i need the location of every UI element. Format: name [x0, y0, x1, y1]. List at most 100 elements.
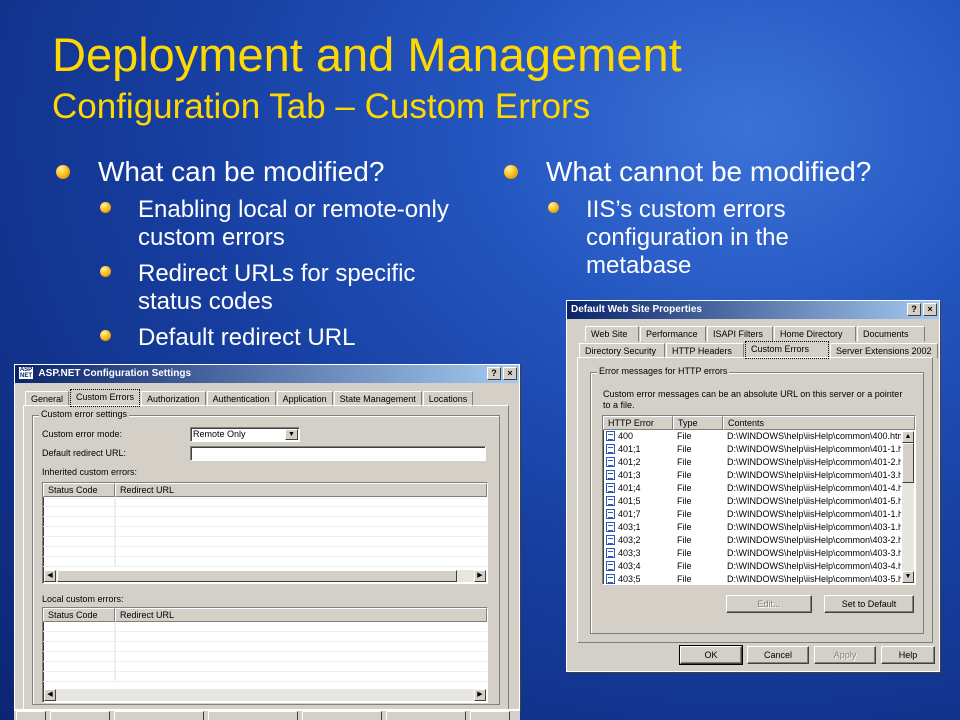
- http-error-contents: D:\WINDOWS\help\iisHelp\common\403-4.h: [727, 561, 901, 571]
- custom-error-settings-group: Custom error settings Custom error mode:…: [32, 409, 500, 705]
- http-errors-list[interactable]: HTTP Error Type Contents 400 File D:\WINDO…: [602, 415, 916, 585]
- http-error-code: 400: [618, 431, 634, 441]
- scroll-right-icon[interactable]: ▶: [474, 570, 486, 582]
- http-error-code: 403;2: [618, 535, 641, 545]
- ok-button[interactable]: OK: [679, 645, 743, 665]
- chevron-down-icon[interactable]: ▼: [285, 429, 298, 440]
- left-item: Redirect URLs for specific status codes: [96, 260, 456, 316]
- horizontal-scrollbar[interactable]: ◀ ▶: [44, 570, 486, 582]
- right-item: IIS’s custom errors configuration in the…: [544, 196, 814, 280]
- vertical-scrollbar[interactable]: ▲ ▼: [902, 431, 914, 583]
- http-error-contents: D:\WINDOWS\help\iisHelp\common\401-1.h: [727, 509, 901, 519]
- aspnet-config-dialog: ASP NET ASP.NET Configuration Settings ? …: [14, 364, 520, 710]
- http-error-code: 401;2: [618, 457, 641, 467]
- table-row[interactable]: 403;3 File D:\WINDOWS\help\iisHelp\common\…: [603, 547, 901, 560]
- http-error-contents: D:\WINDOWS\help\iisHelp\common\403-5.h: [727, 574, 901, 584]
- http-error-type: File: [677, 496, 692, 506]
- table-row[interactable]: 401;1 File D:\WINDOWS\help\iisHelp\common\…: [603, 443, 901, 456]
- taskbar-button[interactable]: [16, 711, 46, 720]
- http-error-type: File: [677, 561, 692, 571]
- file-icon: [606, 535, 615, 545]
- help-icon[interactable]: ?: [907, 303, 921, 316]
- set-to-default-button[interactable]: Set to Default: [824, 595, 914, 613]
- table-row[interactable]: 401;2 File D:\WINDOWS\help\iisHelp\common\…: [603, 456, 901, 469]
- taskbar-button[interactable]: [302, 711, 382, 720]
- help-button[interactable]: Help: [881, 646, 935, 664]
- http-error-contents: D:\WINDOWS\help\iisHelp\common\403-2.h: [727, 535, 901, 545]
- iis-description: Custom error messages can be an absolute…: [603, 389, 903, 410]
- table-row[interactable]: 401;3 File D:\WINDOWS\help\iisHelp\common\…: [603, 469, 901, 482]
- slide-subtitle: Configuration Tab – Custom Errors: [52, 87, 591, 126]
- taskbar-button[interactable]: [470, 711, 510, 720]
- http-error-code: 403;5: [618, 574, 641, 584]
- scroll-down-icon[interactable]: ▼: [902, 571, 914, 583]
- taskbar-button[interactable]: [50, 711, 110, 720]
- http-error-code: 401;5: [618, 496, 641, 506]
- column-redirect-url[interactable]: Redirect URL: [115, 608, 487, 622]
- http-error-code: 401;1: [618, 444, 641, 454]
- http-error-code: 401;7: [618, 509, 641, 519]
- file-icon: [606, 522, 615, 532]
- table-row[interactable]: 401;5 File D:\WINDOWS\help\iisHelp\common\…: [603, 495, 901, 508]
- column-contents[interactable]: Contents: [723, 416, 915, 430]
- file-icon: [606, 509, 615, 519]
- custom-error-mode-select[interactable]: Remote Only ▼: [190, 427, 300, 442]
- bullet-icon: [100, 266, 111, 277]
- inherited-errors-list[interactable]: Status Code Redirect URL ◀ ▶: [42, 482, 488, 584]
- cancel-button[interactable]: Cancel: [747, 646, 809, 664]
- tab-web-site[interactable]: Web Site: [585, 326, 639, 342]
- column-type[interactable]: Type: [673, 416, 723, 430]
- table-row[interactable]: 403;4 File D:\WINDOWS\help\iisHelp\common\…: [603, 560, 901, 573]
- taskbar-button[interactable]: [386, 711, 466, 720]
- close-icon[interactable]: ×: [503, 367, 517, 380]
- http-error-contents: D:\WINDOWS\help\iisHelp\common\401-1.h: [727, 444, 901, 454]
- inherited-custom-errors-label: Inherited custom errors:: [42, 467, 138, 477]
- http-error-code: 401;4: [618, 483, 641, 493]
- tab-isapi-filters[interactable]: ISAPI Filters: [707, 326, 773, 342]
- scroll-left-icon[interactable]: ◀: [44, 570, 56, 582]
- scroll-up-icon[interactable]: ▲: [902, 431, 914, 443]
- iis-custom-errors-panel: Error messages for HTTP errors Custom er…: [577, 357, 933, 643]
- table-row[interactable]: 403;2 File D:\WINDOWS\help\iisHelp\common\…: [603, 534, 901, 547]
- column-http-error[interactable]: HTTP Error: [603, 416, 673, 430]
- help-icon[interactable]: ?: [487, 367, 501, 380]
- tab-documents[interactable]: Documents: [857, 326, 925, 342]
- http-error-type: File: [677, 535, 692, 545]
- table-row[interactable]: 403;5 File D:\WINDOWS\help\iisHelp\common\…: [603, 573, 901, 584]
- table-row[interactable]: 403;1 File D:\WINDOWS\help\iisHelp\common\…: [603, 521, 901, 534]
- column-status-code[interactable]: Status Code: [43, 483, 115, 497]
- default-redirect-url-input[interactable]: [190, 446, 486, 461]
- edit-button[interactable]: Edit...: [726, 595, 812, 613]
- table-row[interactable]: 400 File D:\WINDOWS\help\iisHelp\common\40…: [603, 430, 901, 443]
- right-column: What cannot be modified? IIS’s custom er…: [502, 156, 942, 280]
- custom-errors-panel: Custom error settings Custom error mode:…: [23, 405, 509, 709]
- tab-performance[interactable]: Performance: [640, 326, 706, 342]
- file-icon: [606, 574, 615, 584]
- http-error-type: File: [677, 470, 692, 480]
- scroll-right-icon[interactable]: ▶: [474, 689, 486, 701]
- horizontal-scrollbar[interactable]: ◀ ▶: [44, 689, 486, 701]
- http-error-type: File: [677, 431, 692, 441]
- http-error-type: File: [677, 457, 692, 467]
- local-errors-list[interactable]: Status Code Redirect URL ◀ ▶: [42, 607, 488, 703]
- iis-properties-dialog: Default Web Site Properties ? × Web Site…: [566, 300, 940, 672]
- tab-home-directory[interactable]: Home Directory: [774, 326, 856, 342]
- table-row[interactable]: 401;7 File D:\WINDOWS\help\iisHelp\common\…: [603, 508, 901, 521]
- bullet-icon: [100, 202, 111, 213]
- taskbar-button[interactable]: [114, 711, 204, 720]
- file-icon: [606, 496, 615, 506]
- aspnet-logo-icon: ASP NET: [19, 367, 33, 380]
- custom-error-mode-label: Custom error mode:: [42, 429, 123, 439]
- table-row[interactable]: 401;4 File D:\WINDOWS\help\iisHelp\common\…: [603, 482, 901, 495]
- taskbar-button[interactable]: [208, 711, 298, 720]
- iis-titlebar: Default Web Site Properties ? ×: [567, 301, 939, 319]
- http-errors-group: Error messages for HTTP errors Custom er…: [590, 366, 924, 634]
- close-icon[interactable]: ×: [923, 303, 937, 316]
- scroll-left-icon[interactable]: ◀: [44, 689, 56, 701]
- column-redirect-url[interactable]: Redirect URL: [115, 483, 487, 497]
- apply-button[interactable]: Apply: [814, 646, 876, 664]
- column-status-code[interactable]: Status Code: [43, 608, 115, 622]
- http-error-contents: D:\WINDOWS\help\iisHelp\common\401-4.h: [727, 483, 901, 493]
- http-error-type: File: [677, 574, 692, 584]
- http-error-contents: D:\WINDOWS\help\iisHelp\common\401-2.h: [727, 457, 901, 467]
